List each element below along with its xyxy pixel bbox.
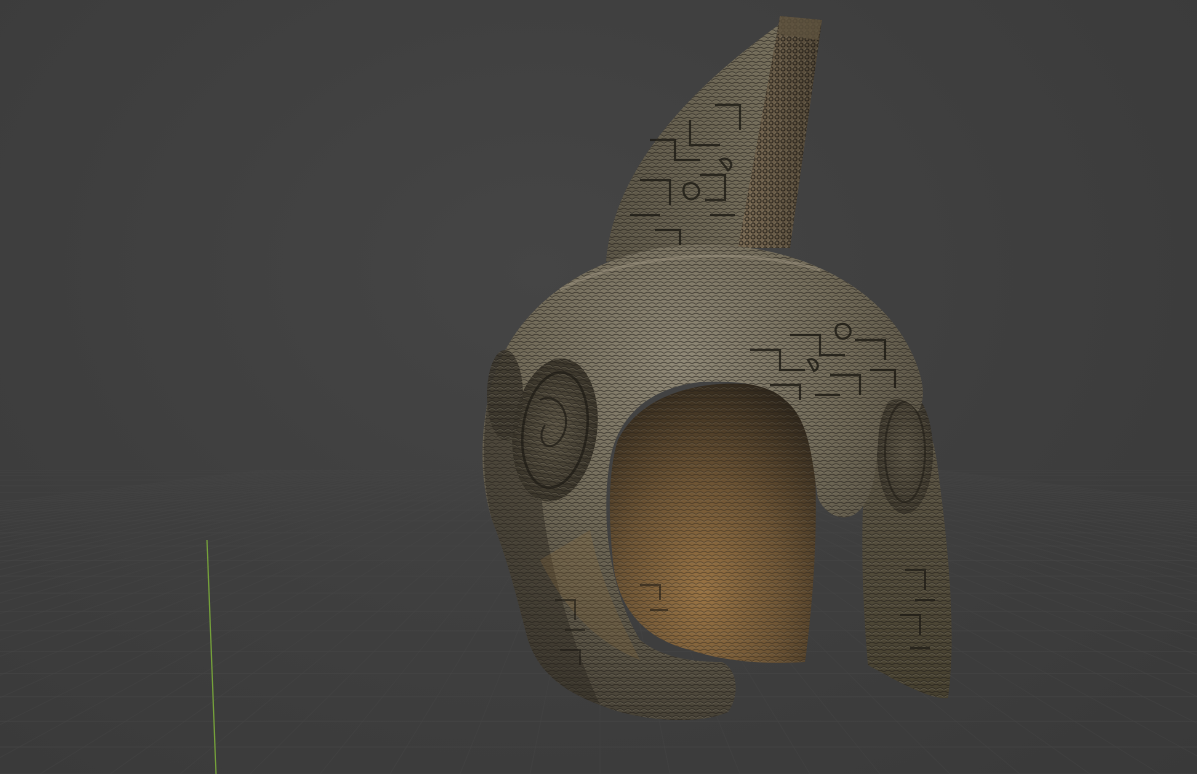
- grid-line: [0, 469, 433, 578]
- grid-line: [935, 469, 1197, 503]
- grid-line: [0, 469, 382, 543]
- grid-line: [0, 469, 307, 514]
- grid-line: [801, 469, 1197, 552]
- grid-line: [39, 469, 534, 774]
- grid-line: [793, 469, 1197, 558]
- grid-line: [927, 469, 1197, 505]
- grid-line: [0, 469, 441, 585]
- grid-line: [0, 469, 449, 594]
- grid-line: [0, 469, 407, 558]
- grid-line: [0, 469, 399, 553]
- grid-line: [0, 469, 517, 726]
- grid-line: [0, 469, 508, 699]
- grid-line: [0, 469, 491, 657]
- helmet-crest[interactable]: [606, 16, 822, 262]
- grid-line: [0, 469, 525, 759]
- grid-line: [0, 469, 323, 519]
- grid-line: [0, 469, 265, 503]
- grid-line: [0, 469, 298, 512]
- grid-line: [0, 469, 273, 505]
- 3d-viewport[interactable]: [0, 0, 1197, 774]
- helmet-model[interactable]: [482, 16, 952, 721]
- grid-line: [767, 469, 1197, 577]
- viewport-canvas[interactable]: [0, 0, 1197, 774]
